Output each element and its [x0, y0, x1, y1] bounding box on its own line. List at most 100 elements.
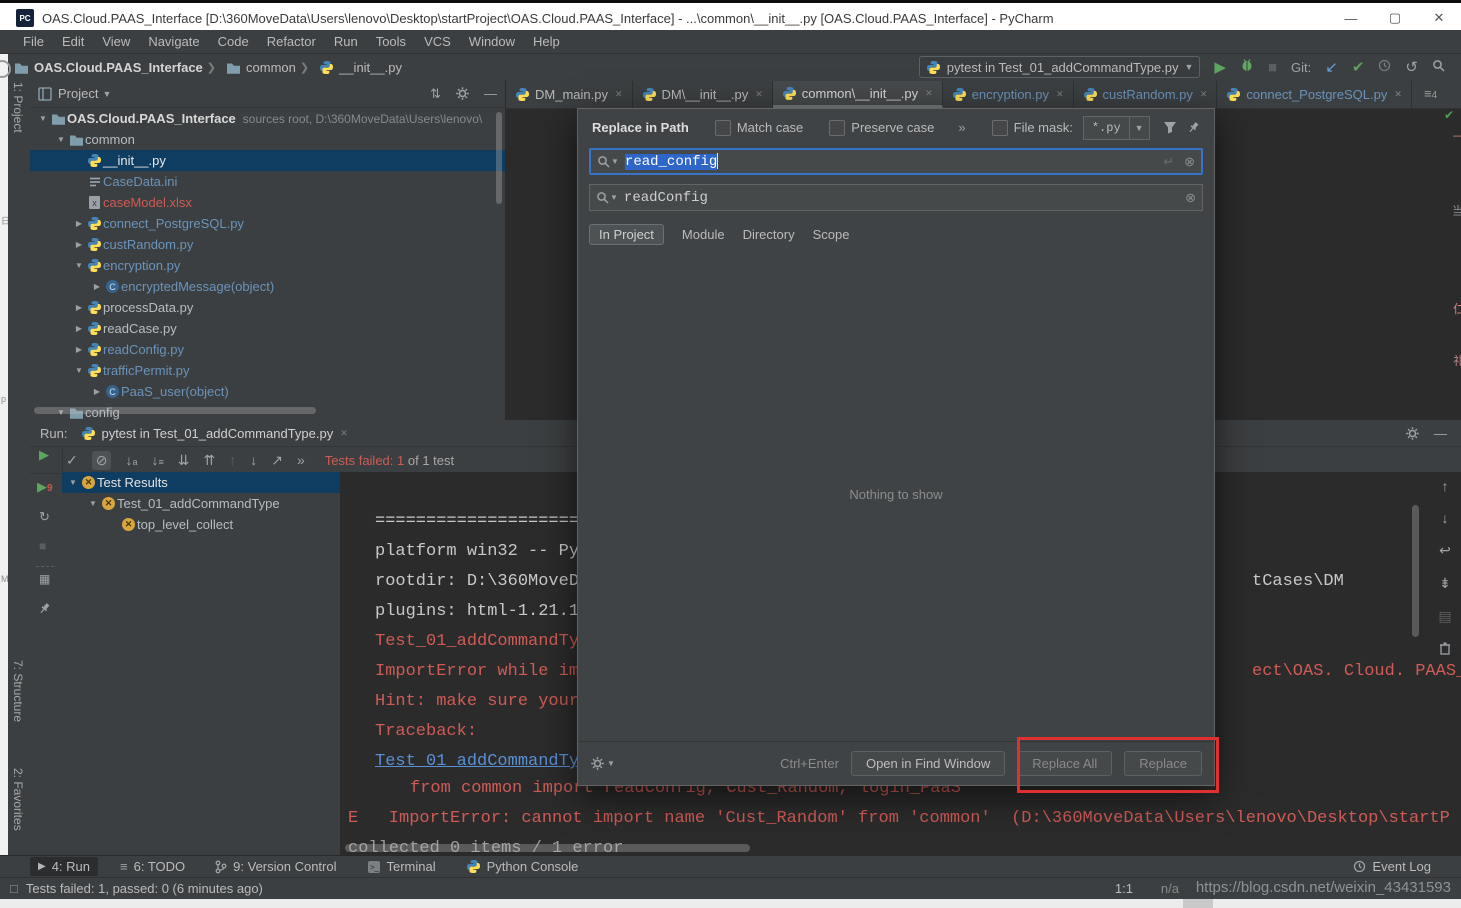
run-tab-label[interactable]: pytest in Test_01_addCommandType.py [101, 426, 333, 441]
editor-tab[interactable]: connect_PostgreSQL.py✕ [1217, 81, 1411, 108]
collapse-all-icon[interactable]: ⇈ [203, 452, 215, 469]
tree-item[interactable]: ▶processData.py [30, 297, 505, 318]
close-icon[interactable]: ✕ [1056, 89, 1064, 100]
caret-position[interactable]: 1:1 [1115, 881, 1133, 896]
menu-item-window[interactable]: Window [460, 34, 524, 49]
close-icon[interactable]: ✕ [1200, 89, 1208, 100]
editor-tab[interactable]: encryption.py✕ [943, 81, 1074, 108]
tree-item[interactable]: ▶readCase.py [30, 318, 505, 339]
minimize-button[interactable]: — [1329, 11, 1373, 26]
breadcrumb-item[interactable]: OAS.Cloud.PAAS_Interface [14, 60, 203, 75]
test-tree-item[interactable]: ✕top_level_collect [62, 514, 370, 535]
next-failed-icon[interactable]: ↓ [250, 452, 257, 468]
editor-tab[interactable]: DM_main.py✕ [506, 81, 633, 108]
close-icon[interactable]: ✕ [615, 89, 623, 100]
menu-item-tools[interactable]: Tools [367, 34, 415, 49]
pin-icon[interactable] [1187, 121, 1200, 134]
search-input[interactable]: ▼ read_config ↵ ⊗ [589, 148, 1203, 175]
sort-by-duration-icon[interactable]: ↓≡ [151, 452, 163, 468]
toolwindow-button-9-version-control[interactable]: 9: Version Control [207, 857, 344, 876]
stripe-structure[interactable]: 7: Structure [11, 660, 25, 722]
git-history-icon[interactable] [1378, 59, 1391, 76]
run-button[interactable]: ▶ [1214, 58, 1226, 76]
stripe-favorites[interactable]: 2: Favorites [11, 768, 25, 831]
expand-all-icon[interactable]: ⇊ [178, 452, 190, 469]
tree-arrow-icon[interactable]: ▶ [72, 345, 86, 354]
tree-item[interactable]: ▶CPaaS_user(object) [30, 381, 505, 402]
tree-arrow-icon[interactable]: ▼ [54, 135, 68, 144]
clear-icon[interactable]: ⊗ [1184, 154, 1195, 170]
tree-arrow-icon[interactable]: ▶ [72, 324, 86, 333]
toggle-auto-test-icon[interactable]: ↻ [39, 509, 50, 525]
menu-item-help[interactable]: Help [524, 34, 569, 49]
scope-tab-directory[interactable]: Directory [743, 227, 795, 242]
menu-item-refactor[interactable]: Refactor [258, 34, 325, 49]
more-options-icon[interactable]: » [297, 452, 305, 468]
tree-arrow-icon[interactable]: ▶ [90, 387, 104, 396]
project-view-title[interactable]: Project [58, 86, 98, 101]
search-icon[interactable] [596, 191, 609, 204]
new-line-icon[interactable]: ↵ [1163, 154, 1174, 170]
scope-tab-in-project[interactable]: In Project [589, 224, 664, 245]
tree-item[interactable]: ▼common [30, 129, 505, 150]
tree-arrow-icon[interactable]: ▼ [86, 499, 100, 508]
git-update-icon[interactable]: ↙ [1325, 58, 1338, 76]
console-vertical-scrollbar[interactable] [1412, 505, 1419, 637]
menu-item-file[interactable]: File [14, 34, 53, 49]
file-mask-select[interactable]: *.py▼ [1083, 116, 1150, 140]
tree-arrow-icon[interactable]: ▶ [72, 240, 86, 249]
scroll-to-end-icon[interactable]: ⇟ [1439, 575, 1451, 592]
sort-alphabetically-icon[interactable]: ↓a [125, 452, 137, 468]
scroll-down-icon[interactable]: ↓ [1442, 510, 1449, 526]
tree-item[interactable]: ▶custRandom.py [30, 234, 505, 255]
test-tree-item[interactable]: ▼✕Test_01_addCommandType [62, 493, 370, 514]
file-mask-option[interactable]: File mask: [992, 120, 1073, 136]
pin-icon[interactable] [38, 602, 51, 618]
project-vertical-scrollbar[interactable] [496, 112, 502, 204]
editor-tab[interactable]: custRandom.py✕ [1074, 81, 1218, 108]
collapse-all-icon[interactable]: ⇅ [430, 86, 441, 102]
status-message[interactable]: Tests failed: 1, passed: 0 (6 minutes ag… [26, 881, 263, 896]
console-horizontal-scrollbar[interactable] [345, 844, 750, 852]
scope-tab-scope[interactable]: Scope [813, 227, 850, 242]
tree-item[interactable]: CaseData.ini [30, 171, 505, 192]
project-horizontal-scrollbar[interactable] [34, 407, 316, 414]
close-icon[interactable]: ✕ [925, 88, 933, 99]
hide-panel-icon[interactable]: — [1434, 426, 1447, 441]
match-case-checkbox[interactable] [715, 120, 731, 136]
toolwindow-button-6-todo[interactable]: ≡6: TODO [112, 857, 193, 876]
hide-panel-icon[interactable]: — [484, 86, 497, 101]
layout-settings-icon[interactable]: ▦ [39, 572, 50, 586]
filter-icon[interactable] [1163, 121, 1177, 134]
open-in-find-window-button[interactable]: Open in Find Window [851, 751, 1005, 776]
breadcrumb-item[interactable]: common [226, 60, 296, 75]
close-icon[interactable]: ✕ [1394, 89, 1402, 100]
menu-item-code[interactable]: Code [209, 34, 258, 49]
editor-tab[interactable]: DM\__init__.py✕ [633, 81, 773, 108]
gear-icon[interactable] [1405, 426, 1420, 441]
tree-item[interactable]: __init__.py [30, 150, 505, 171]
stop-button[interactable]: ■ [1268, 59, 1277, 76]
close-icon[interactable]: ✕ [755, 89, 763, 100]
menu-item-run[interactable]: Run [325, 34, 367, 49]
clear-icon[interactable]: ⊗ [1185, 190, 1196, 206]
toolwindow-button-4-run[interactable]: ▶4: Run [30, 857, 98, 876]
show-passed-icon[interactable]: ✓ [66, 452, 78, 469]
preserve-case-checkbox[interactable] [829, 120, 845, 136]
scope-tab-module[interactable]: Module [682, 227, 725, 242]
gear-icon[interactable] [590, 756, 605, 771]
breadcrumb-item[interactable]: __init__.py [319, 60, 402, 75]
replace-input[interactable]: ▼ readConfig ⊗ [589, 184, 1203, 211]
menu-item-edit[interactable]: Edit [53, 34, 93, 49]
tree-item[interactable]: ▼encryption.py [30, 255, 505, 276]
editor-tab[interactable]: common\__init__.py✕ [773, 81, 943, 108]
soft-wrap-icon[interactable]: ↩ [1439, 542, 1451, 559]
tree-item[interactable]: ▼trafficPermit.py [30, 360, 505, 381]
more-options-icon[interactable]: » [958, 120, 965, 135]
menu-item-navigate[interactable]: Navigate [139, 34, 208, 49]
tree-arrow-icon[interactable]: ▶ [72, 303, 86, 312]
tree-arrow-icon[interactable]: ▼ [36, 114, 50, 123]
rerun-failed-tests-button[interactable]: ▶9 [37, 479, 53, 495]
scroll-up-icon[interactable]: ↑ [1442, 478, 1449, 494]
search-icon[interactable] [597, 155, 610, 168]
